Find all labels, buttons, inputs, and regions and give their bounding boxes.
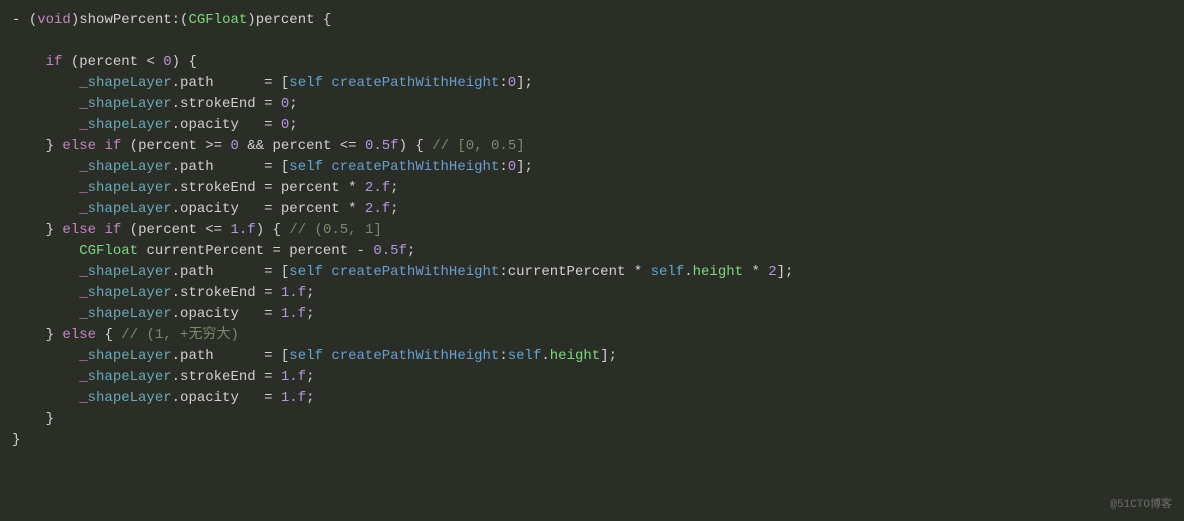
method-name: showPercent xyxy=(79,12,171,28)
param-percent: percent xyxy=(256,12,315,28)
dash: - xyxy=(12,12,20,28)
if-keyword: if xyxy=(46,54,63,70)
comment-range2: // (0.5, 1] xyxy=(289,222,381,238)
cgfloat-type: CGFloat xyxy=(188,12,247,28)
void-keyword: void xyxy=(37,12,71,28)
comment-range1: // [0, 0.5] xyxy=(432,138,524,154)
comment-range3: // (1, +无穷大) xyxy=(121,327,239,343)
code-block: - (void)showPercent:(CGFloat)percent { i… xyxy=(12,10,1172,451)
watermark: @51CTO博客 xyxy=(1110,497,1172,514)
